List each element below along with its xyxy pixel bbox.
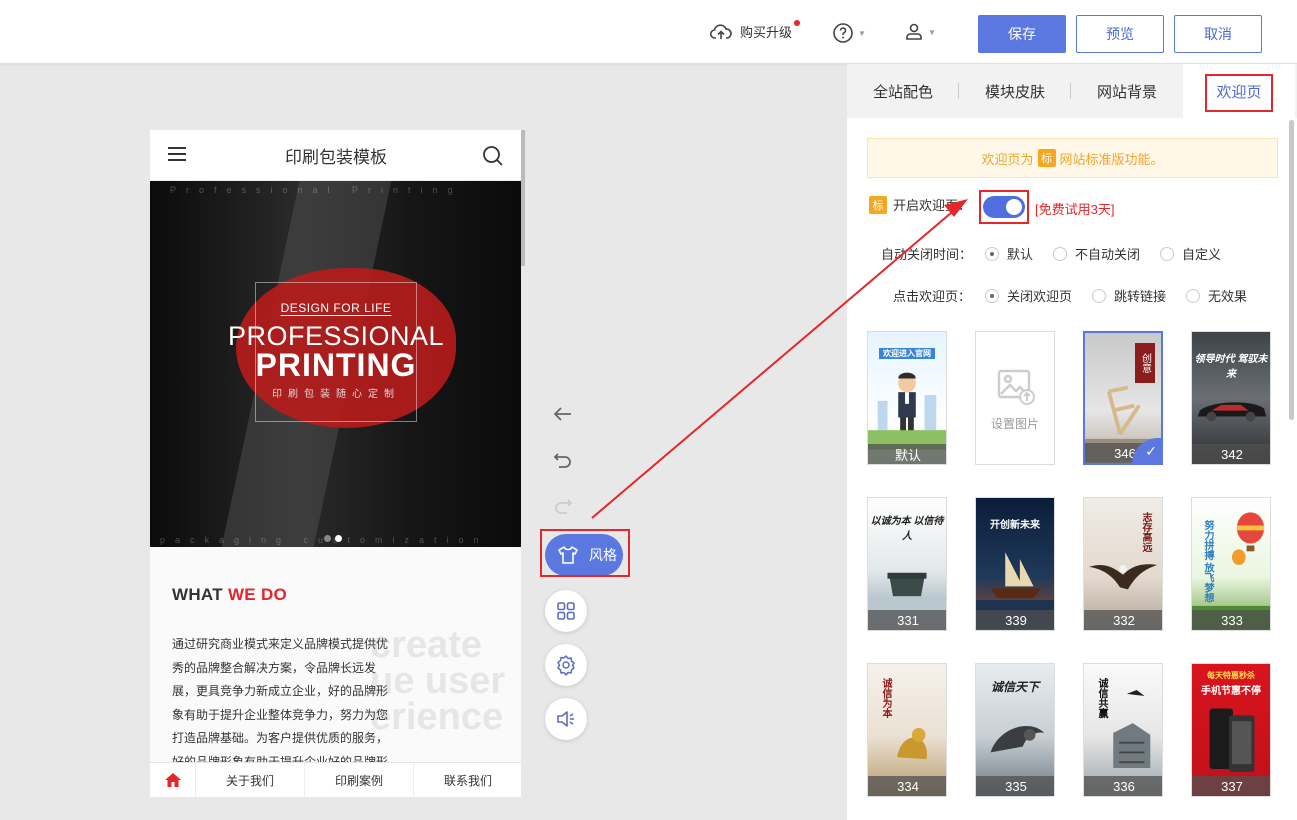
annotation-arrow (591, 199, 968, 519)
